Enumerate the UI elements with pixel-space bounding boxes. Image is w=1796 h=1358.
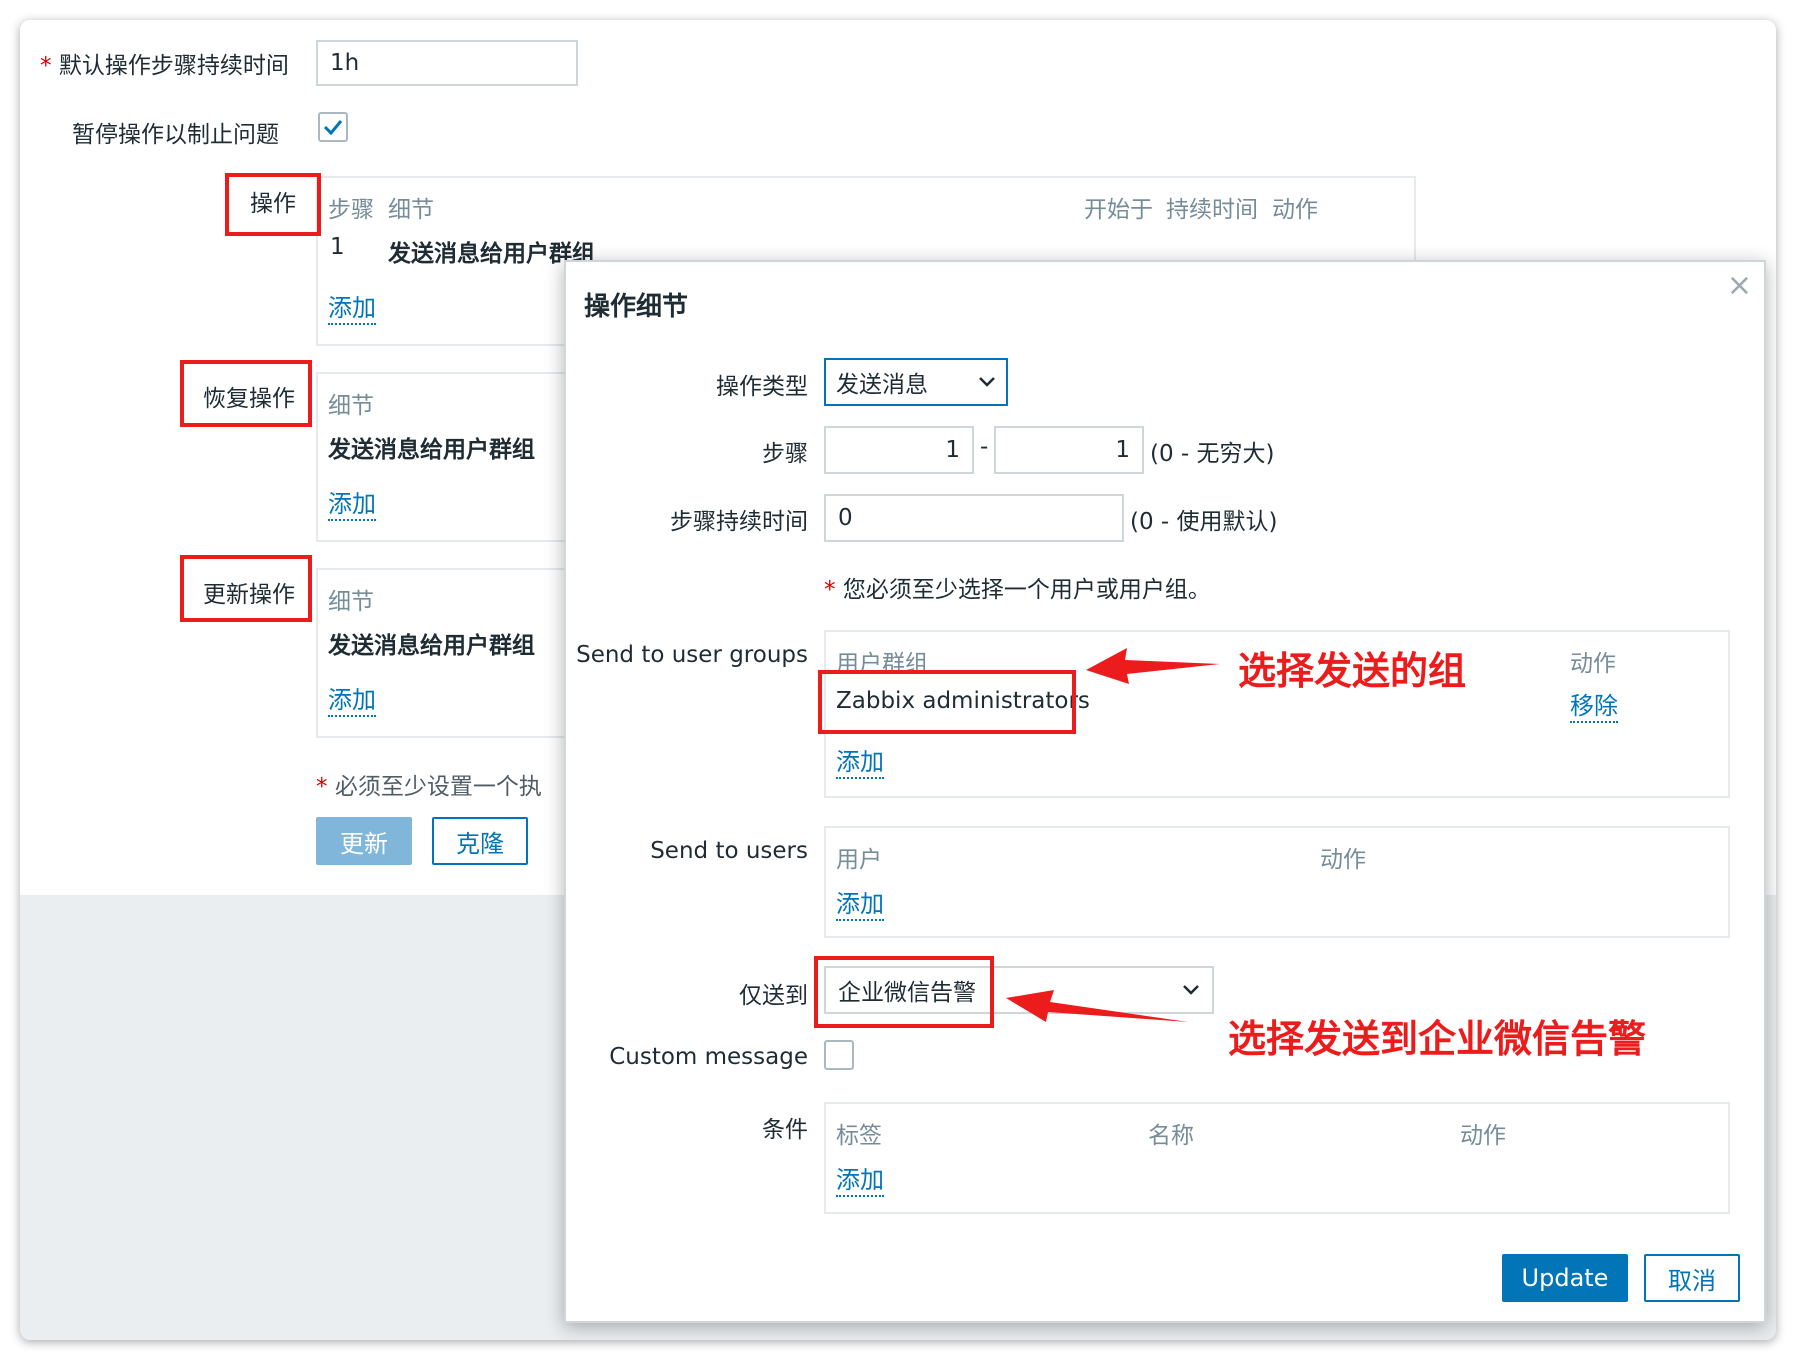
dialog-cancel-button[interactable]: 取消 [1644,1254,1740,1302]
op-type-label: 操作类型 [716,374,808,400]
required-asterisk-3: * [824,577,843,603]
conditions-label: 条件 [762,1117,808,1143]
default-duration-value: 1h [330,50,360,76]
dialog-title: 操作细节 [584,292,689,322]
users-add-link[interactable]: 添加 [836,884,884,921]
required-note: * 必须至少设置一个执 [316,767,542,801]
cond-col-tag: 标签 [836,1123,882,1149]
steps-label: 步骤 [762,441,808,467]
conditions-table: 标签 名称 动作 添加 [824,1102,1730,1214]
recovery-detail: 发送消息给用户群组 [328,437,535,463]
chevron-down-icon [979,377,995,387]
highlight-update-ops [180,555,312,622]
arrow-to-group-icon [1086,648,1220,684]
clone-button[interactable]: 克隆 [432,817,528,865]
col-steps: 步骤 [328,197,374,223]
step-duration-label: 步骤持续时间 [670,509,808,535]
cond-col-name: 名称 [1148,1123,1194,1149]
default-duration-input[interactable]: 1h [316,40,578,86]
operation-details-dialog: 操作细节 × 操作类型 发送消息 步骤 1 - 1 (0 - 无穷大) 步骤持续… [564,260,1766,1323]
required-message: * 您必须至少选择一个用户或用户组。 [824,570,1211,604]
highlight-recovery [180,360,312,427]
update-col-details: 细节 [328,589,374,615]
dialog-update-button[interactable]: Update [1502,1254,1628,1302]
step-separator: - [980,434,989,460]
step-duration-input[interactable]: 0 [824,494,1124,542]
update-form-button[interactable]: 更新 [316,817,412,865]
operation-step: 1 [330,234,345,260]
step-to-value: 1 [1115,437,1130,463]
col-start: 开始于 [1084,197,1153,223]
check-icon [323,120,343,136]
group-remove-link[interactable]: 移除 [1570,686,1618,723]
send-only-label: 仅送到 [739,983,808,1009]
required-asterisk-2: * [316,774,335,800]
annotation-group: 选择发送的组 [1238,649,1467,693]
highlight-operations [225,173,321,236]
operations-add-link[interactable]: 添加 [328,288,376,325]
users-col-action: 动作 [1320,847,1366,873]
close-icon[interactable]: × [1727,268,1752,303]
col-details: 细节 [388,197,434,223]
arrow-to-media-icon [1006,990,1188,1022]
step-to-input[interactable]: 1 [994,426,1144,474]
groups-label: Send to user groups [576,642,808,668]
pause-label: 暂停操作以制止问题 [72,122,279,148]
step-duration-value: 0 [838,505,853,531]
users-label: Send to users [650,838,808,864]
required-message-text: 您必须至少选择一个用户或用户组。 [842,577,1211,603]
groups-add-link[interactable]: 添加 [836,742,884,779]
steps-hint: (0 - 无穷大) [1150,441,1275,467]
custom-message-label: Custom message [609,1044,808,1070]
op-type-select[interactable]: 发送消息 [824,358,1008,406]
recovery-add-link[interactable]: 添加 [328,484,376,521]
cond-col-action: 动作 [1460,1123,1506,1149]
step-from-input[interactable]: 1 [824,426,974,474]
annotation-media: 选择发送到企业微信告警 [1228,1017,1647,1061]
pause-checkbox[interactable] [318,112,348,142]
groups-col-action: 动作 [1570,651,1616,677]
default-duration-label: * 默认操作步骤持续时间 [40,46,289,80]
users-table: 用户 动作 添加 [824,826,1730,938]
required-note-text: 必须至少设置一个执 [334,774,542,800]
recovery-col-details: 细节 [328,393,374,419]
required-asterisk: * [40,53,59,79]
default-duration-text: 默认操作步骤持续时间 [58,53,289,79]
custom-message-checkbox[interactable] [824,1040,854,1070]
highlight-media [814,956,994,1028]
page-card: * 默认操作步骤持续时间 1h 暂停操作以制止问题 操作 步骤 细节 开始于 持… [20,20,1776,1340]
col-action: 动作 [1272,197,1318,223]
users-col-user: 用户 [836,847,882,873]
op-type-value: 发送消息 [836,372,928,398]
update-ops-add-link[interactable]: 添加 [328,680,376,717]
step-duration-hint: (0 - 使用默认) [1130,509,1278,535]
conditions-add-link[interactable]: 添加 [836,1160,884,1197]
highlight-group [818,670,1076,734]
col-duration: 持续时间 [1166,197,1258,223]
step-from-value: 1 [945,437,960,463]
update-detail: 发送消息给用户群组 [328,633,535,659]
